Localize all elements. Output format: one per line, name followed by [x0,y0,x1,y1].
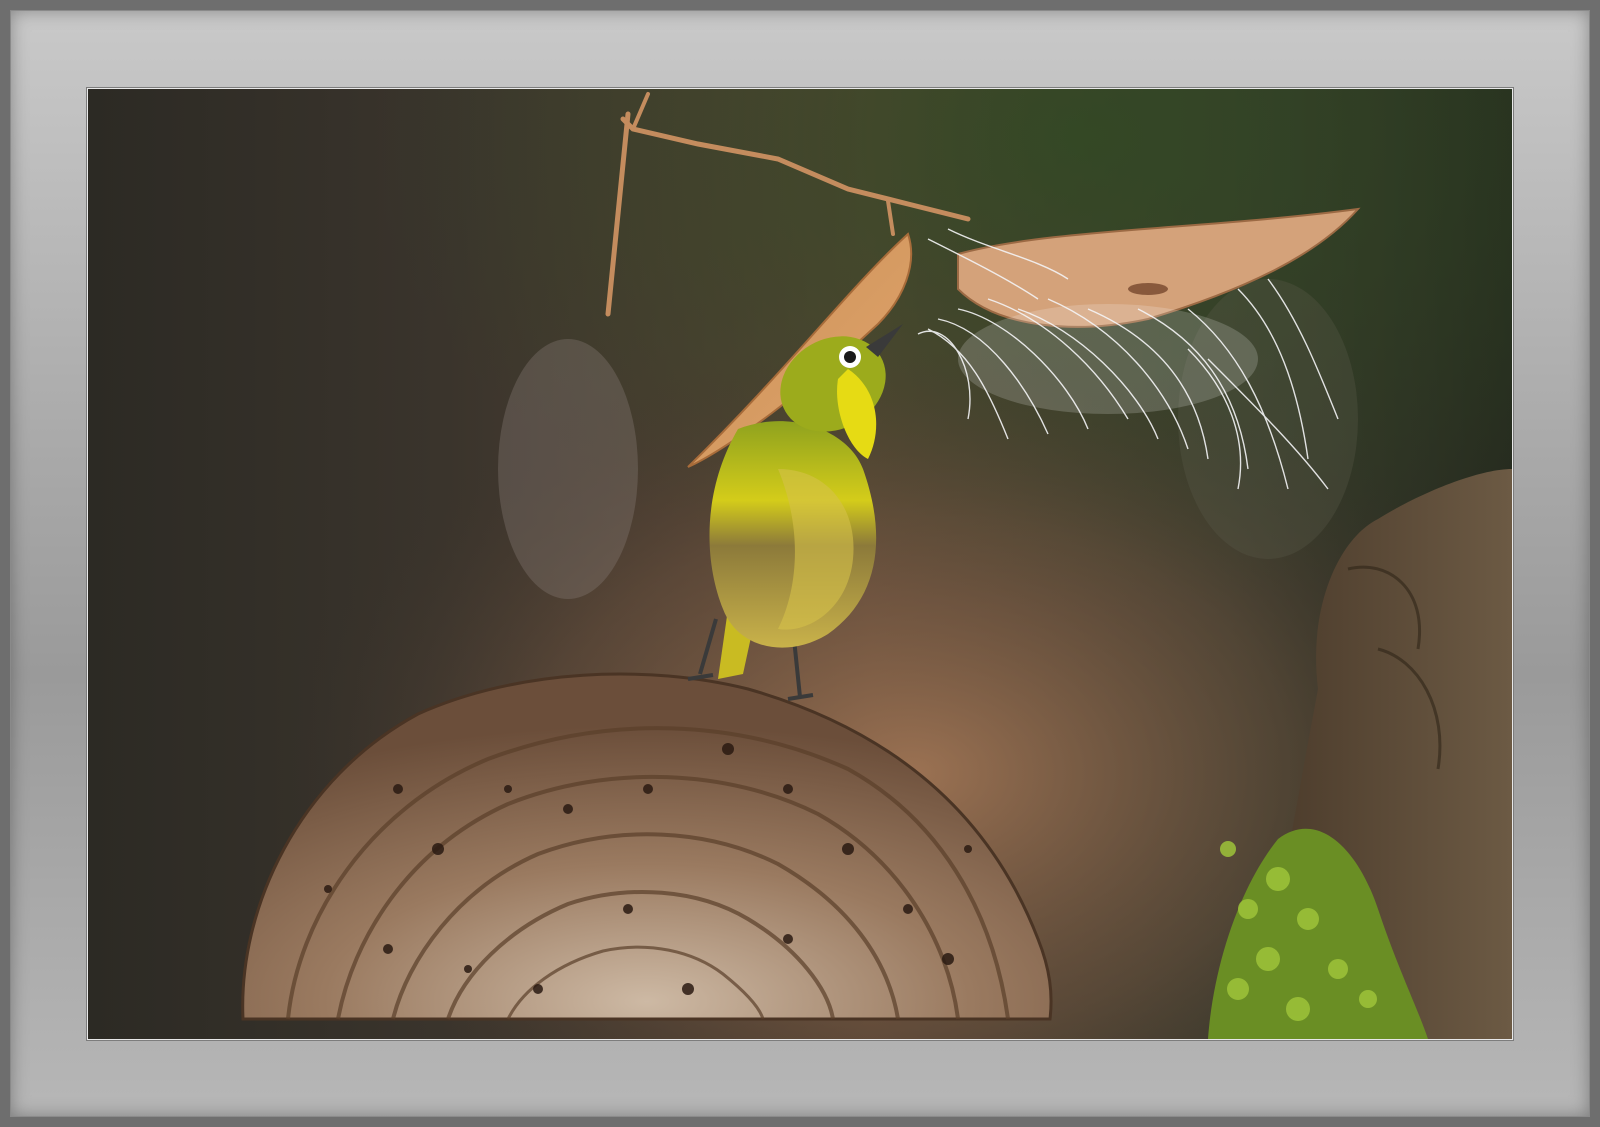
photo-illustration [88,89,1512,1039]
photograph [87,88,1513,1040]
picture-frame [0,0,1600,1127]
